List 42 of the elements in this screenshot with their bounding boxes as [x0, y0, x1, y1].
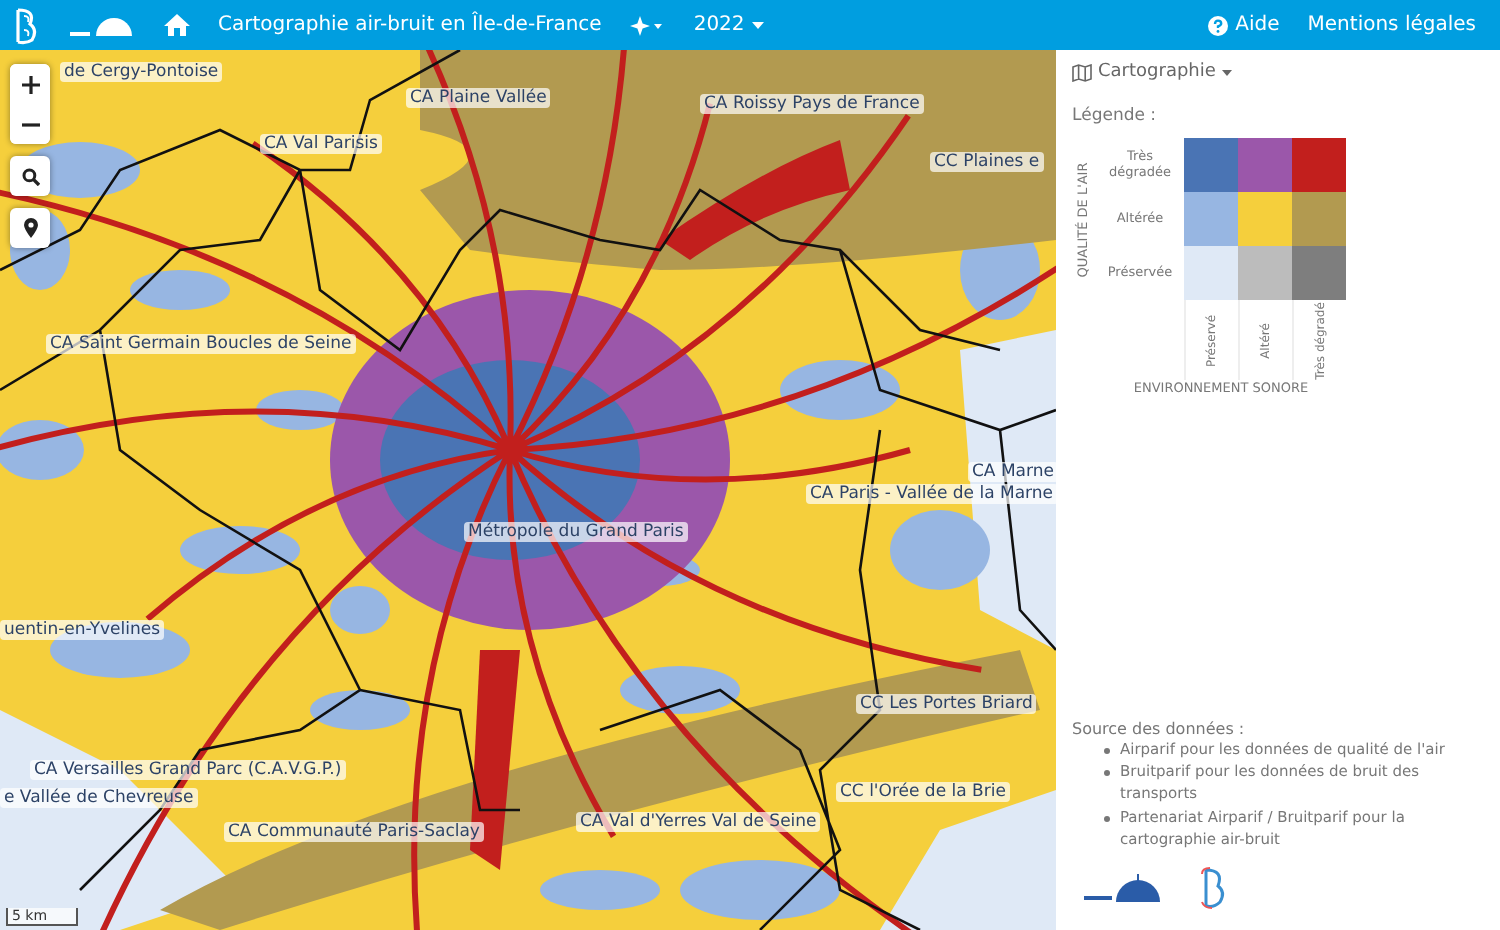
area-label: CA Val Parisis — [260, 134, 382, 154]
area-label: CA Val d'Yerres Val de Seine — [576, 812, 821, 832]
map-pin-icon — [23, 218, 37, 238]
plus-icon — [21, 75, 39, 93]
zoom-out-button[interactable] — [10, 104, 50, 144]
caret-icon — [1221, 69, 1232, 75]
home-icon — [164, 14, 190, 36]
layers-dropdown[interactable] — [629, 15, 666, 35]
help-link[interactable]: Aide — [1207, 14, 1280, 36]
year-dropdown[interactable]: 2022 — [693, 14, 765, 36]
area-label: CA Paris - Vallée de la Marne — [806, 484, 1056, 504]
bullet-icon — [1104, 815, 1110, 821]
area-label: Métropole du Grand Paris — [464, 522, 688, 542]
area-label: CA Versailles Grand Parc (C.A.V.G.P.) — [30, 760, 346, 780]
map-icon — [1072, 63, 1092, 81]
area-label: CC Plaines e — [930, 152, 1044, 172]
area-label: CA Marne — [968, 462, 1056, 482]
help-icon — [1207, 15, 1228, 35]
legend-title: Légende : — [1072, 106, 1159, 126]
bullet-icon — [1104, 770, 1110, 776]
caret-icon — [752, 21, 765, 29]
area-label: CA Saint Germain Boucles de Seine — [46, 334, 356, 354]
bullet-icon — [1104, 747, 1110, 754]
search-icon — [21, 167, 39, 185]
area-label: CA Communauté Paris-Saclay — [224, 822, 484, 842]
legal-link[interactable]: Mentions légales — [1307, 14, 1476, 36]
home-button[interactable] — [164, 14, 190, 36]
bruitparif-logo — [1200, 866, 1228, 910]
star-caret-icon — [629, 15, 666, 35]
area-label: uentin-en-Yvelines — [0, 620, 165, 640]
search-button[interactable] — [10, 156, 50, 196]
area-label: de Cergy-Pontoise — [60, 62, 223, 82]
area-label: CC Les Portes Briard — [856, 694, 1037, 714]
area-label: CC l'Orée de la Brie — [836, 782, 1010, 802]
view-dropdown[interactable]: Cartographie — [1072, 62, 1232, 82]
area-label: CA Roissy Pays de France — [700, 94, 924, 114]
source-title: Source des données : — [1072, 719, 1247, 738]
area-label: CA Plaine Vallée — [406, 88, 551, 108]
area-label: e Vallée de Chevreuse — [0, 788, 198, 808]
locate-button[interactable] — [10, 208, 50, 248]
app-title: Cartographie air-bruit en Île-de-France — [218, 14, 602, 36]
zoom-in-button[interactable] — [10, 64, 50, 104]
